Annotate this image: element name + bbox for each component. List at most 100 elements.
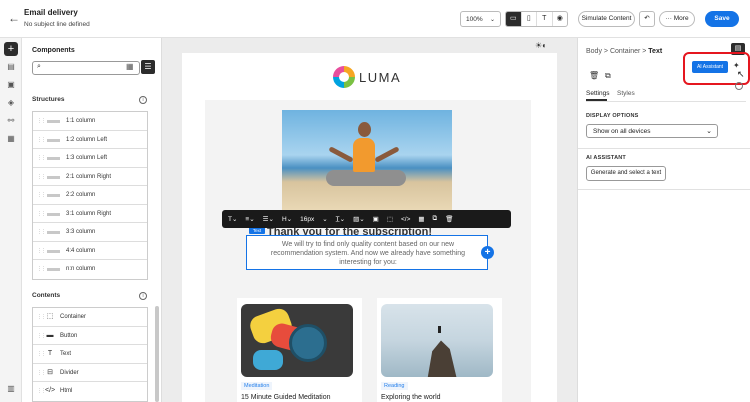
list-item[interactable]: ⋮⋮ 2:2 column (33, 186, 147, 205)
add-components-icon[interactable]: + (4, 42, 18, 56)
structure-preview-icon (47, 194, 60, 197)
card-tag: Reading (381, 382, 408, 390)
structure-preview-icon (47, 120, 60, 123)
breadcrumb-body[interactable]: Body (586, 48, 602, 55)
list-item[interactable]: ⋮⋮ 3:1 column Right (33, 205, 147, 223)
list-item[interactable]: ⋮⋮ 1:1 column (33, 112, 147, 131)
components-scrollbar[interactable] (155, 306, 159, 402)
personalization-icon[interactable]: ▦ (4, 132, 18, 146)
list-item[interactable]: ⋮⋮ n:n column (33, 260, 147, 279)
structure-preview-icon (47, 249, 60, 253)
text-view-icon[interactable]: T (537, 12, 553, 26)
mobile-icon[interactable]: ▯ (522, 12, 537, 26)
selected-block-tag: Text (249, 227, 265, 234)
tab-settings[interactable]: Settings (586, 90, 610, 97)
logo-text: LUMA (359, 70, 402, 85)
font-size-select[interactable]: 16px ⌄ (300, 215, 328, 223)
drag-handle-icon[interactable]: ⋮⋮ (37, 211, 46, 217)
back-arrow-icon[interactable]: ← (8, 12, 20, 24)
hero-figure-legs (326, 170, 406, 186)
layers-icon[interactable]: ◈ (4, 96, 18, 110)
delete-icon[interactable]: 🗑 (445, 215, 453, 223)
search-input[interactable]: ⌕ (32, 61, 140, 75)
info-icon[interactable]: i (139, 292, 147, 300)
drag-handle-icon[interactable]: ⋮⋮ (37, 248, 46, 254)
drag-handle-icon[interactable]: ⋮⋮ (37, 388, 46, 394)
generate-text-button[interactable]: Generate and select a text (586, 166, 666, 181)
drag-handle-icon[interactable]: ⋮⋮ (37, 333, 46, 339)
meditation-card-image (241, 304, 353, 377)
list-item[interactable]: ⋮⋮ 2:1 column Right (33, 168, 147, 186)
tab-styles[interactable]: Styles (617, 90, 635, 97)
add-block-icon[interactable]: + (481, 246, 494, 259)
font-color-icon[interactable]: T̲⌄ (336, 215, 345, 223)
zoom-select[interactable]: 100% ⌄ (460, 11, 501, 27)
undo-icon[interactable]: ↶ (639, 11, 655, 27)
duplicate-icon[interactable]: ⧉ (605, 71, 611, 81)
drag-handle-icon[interactable]: ⋮⋮ (37, 314, 46, 320)
preview-eye-icon[interactable]: ◉ (553, 12, 568, 26)
drag-handle-icon[interactable]: ⋮⋮ (37, 229, 46, 235)
list-item[interactable]: ⋮⋮ ⊟ Divider (33, 364, 147, 382)
item-label: Button (60, 332, 78, 339)
list-item[interactable]: ⋮⋮ 3:3 column (33, 223, 147, 242)
hero-image[interactable] (282, 110, 452, 210)
delete-icon[interactable]: 🗑 (589, 71, 599, 80)
duplicate-icon[interactable]: ⧉ (433, 215, 438, 223)
item-label: 3:3 column (66, 229, 96, 235)
list-item[interactable]: ⋮⋮ 4:4 column (33, 242, 147, 260)
drag-handle-icon[interactable]: ⋮⋮ (37, 192, 46, 198)
drag-handle-icon[interactable]: ⋮⋮ (37, 155, 46, 161)
fragments-icon[interactable]: ▤ (4, 60, 18, 74)
align-icon[interactable]: ≡⌄ (245, 215, 254, 223)
more-button[interactable]: ··· More (659, 11, 695, 27)
code-icon[interactable]: </> (401, 216, 410, 223)
grid-view-icon[interactable]: ▦ (126, 62, 134, 71)
list-item[interactable]: ⋮⋮ 1:2 column Left (33, 131, 147, 149)
drag-handle-icon[interactable]: ⋮⋮ (37, 370, 46, 376)
section-divider (578, 189, 750, 190)
layout-icon[interactable]: ▦ (418, 215, 424, 223)
drag-handle-icon[interactable]: ⋮⋮ (37, 137, 46, 143)
article-card[interactable]: Reading Exploring the world (377, 298, 502, 402)
tab-divider (586, 101, 746, 102)
simulate-content-button[interactable]: Simulate Content (578, 11, 635, 27)
structure-preview-icon (47, 157, 60, 160)
top-header: ← Email delivery No subject line defined… (0, 0, 750, 38)
drag-handle-icon[interactable]: ⋮⋮ (37, 266, 46, 272)
desktop-icon[interactable]: ▭ (506, 12, 522, 26)
image-shape (253, 350, 283, 370)
components-panel: Components ⌕ ▦ ☰ Structures i ⋮⋮ 1:1 colu… (22, 38, 162, 402)
list-item[interactable]: ⋮⋮ ⬚ Container (33, 308, 147, 327)
theme-toggle-icon[interactable]: ☀◐ (535, 41, 547, 50)
drag-handle-icon[interactable]: ⋮⋮ (37, 118, 46, 124)
heading-icon[interactable]: H⌄ (282, 215, 292, 223)
text-format-toolbar: T⌄ ≡⌄ ☰⌄ H⌄ 16px ⌄ T̲⌄ ▨⌄ ▣ ⬚ </> ▦ ⧉ 🗑 (222, 210, 511, 228)
list-item[interactable]: ⋮⋮ 1:3 column Left (33, 149, 147, 168)
breadcrumb-container[interactable]: Container (610, 48, 640, 55)
display-select[interactable]: Show on all devices ⌄ (586, 124, 718, 138)
list-item[interactable]: ⋮⋮ </> Html (33, 382, 147, 401)
item-label: 2:2 column (66, 192, 96, 198)
list-icon[interactable]: ☰⌄ (263, 215, 274, 223)
list-item[interactable]: ⋮⋮ ▬ Button (33, 327, 147, 345)
list-item[interactable]: ⋮⋮ T Text (33, 345, 147, 364)
insert-image-icon[interactable]: ▣ (373, 215, 379, 223)
help-icon[interactable]: ▥ (4, 382, 18, 396)
divider-icon: ⊟ (47, 368, 53, 376)
image-icon[interactable]: ▨⌄ (353, 215, 365, 223)
selected-text-content[interactable]: We will try to find only quality content… (262, 240, 474, 267)
item-label: 2:1 column Right (66, 173, 112, 180)
select-icon[interactable]: ⬚ (387, 215, 393, 223)
text-style-icon[interactable]: T⌄ (228, 215, 237, 223)
info-icon[interactable]: i (139, 96, 147, 104)
article-card[interactable]: Meditation 15 Minute Guided Meditation (237, 298, 362, 402)
chevron-down-icon: ⌄ (706, 128, 712, 135)
save-button[interactable]: Save (705, 11, 739, 27)
image-shape (289, 324, 327, 362)
assets-icon[interactable]: ▣ (4, 78, 18, 92)
links-icon[interactable]: ⚯ (4, 114, 18, 128)
drag-handle-icon[interactable]: ⋮⋮ (37, 351, 46, 357)
list-view-icon[interactable]: ☰ (141, 60, 155, 74)
drag-handle-icon[interactable]: ⋮⋮ (37, 174, 46, 180)
